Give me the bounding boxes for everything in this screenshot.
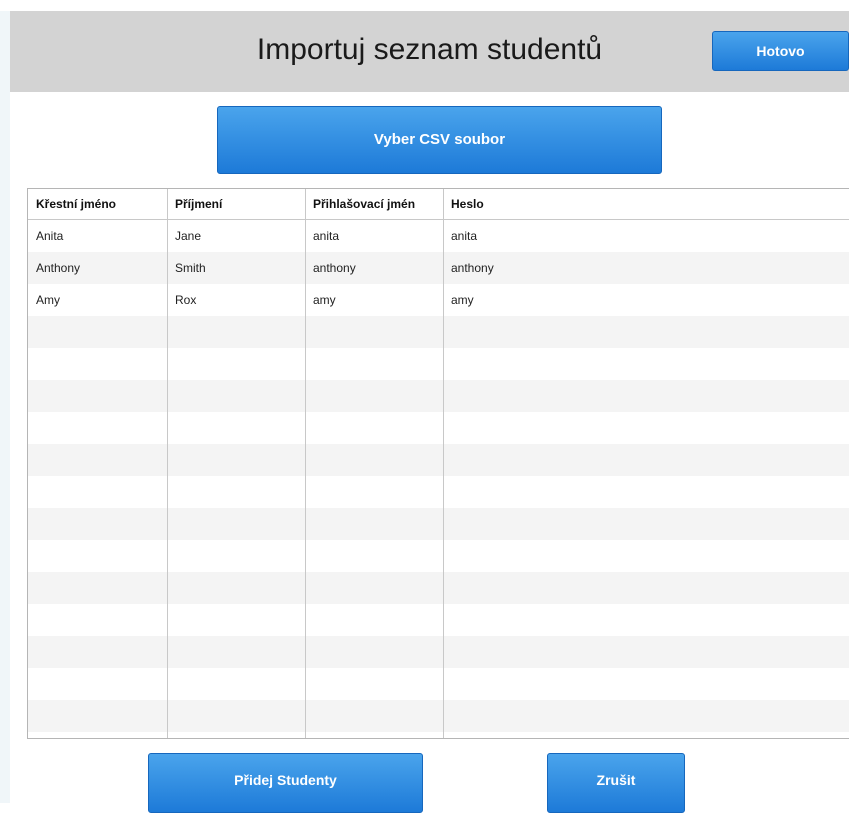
empty-table-row bbox=[28, 540, 849, 572]
cancel-button[interactable]: Zrušit bbox=[547, 753, 685, 813]
students-table: Anita Jane anita anita Anthony Smith anthony an… bbox=[27, 188, 849, 739]
column-header-password[interactable]: Heslo bbox=[443, 189, 849, 219]
table-cell: Rox bbox=[175, 293, 197, 307]
empty-table-row bbox=[28, 700, 849, 732]
empty-table-row bbox=[28, 476, 849, 508]
empty-table-row bbox=[28, 572, 849, 604]
column-header-last-name[interactable]: Příjmení bbox=[167, 189, 305, 219]
column-divider bbox=[167, 189, 168, 738]
empty-table-row bbox=[28, 316, 849, 348]
table-cell: anthony bbox=[451, 261, 494, 275]
empty-table-row bbox=[28, 348, 849, 380]
table-cell: Jane bbox=[175, 229, 202, 243]
table-row[interactable]: Anthony Smith anthony anthony bbox=[28, 252, 849, 284]
table-header: Křestní jméno Příjmení Přihlašovací jmén… bbox=[28, 189, 849, 220]
table-cell: anita bbox=[313, 229, 340, 243]
column-header-first-name[interactable]: Křestní jméno bbox=[28, 189, 167, 219]
empty-table-row bbox=[28, 604, 849, 636]
table-cell: anthony bbox=[313, 261, 356, 275]
empty-table-row bbox=[28, 444, 849, 476]
table-cell: Smith bbox=[175, 261, 206, 275]
column-divider bbox=[305, 189, 306, 738]
column-header-username[interactable]: Přihlašovací jmén bbox=[305, 189, 443, 219]
add-students-button[interactable]: Přidej Studenty bbox=[148, 753, 423, 813]
empty-table-row bbox=[28, 412, 849, 444]
table-cell: amy bbox=[313, 293, 336, 307]
top-edge bbox=[0, 0, 849, 11]
table-cell: Anthony bbox=[36, 261, 81, 275]
table-cell: Anita bbox=[36, 229, 64, 243]
empty-table-row bbox=[28, 380, 849, 412]
table-row[interactable]: Anita Jane anita anita bbox=[28, 220, 849, 252]
table-row[interactable]: Amy Rox amy amy bbox=[28, 284, 849, 316]
select-csv-button[interactable]: Vyber CSV soubor bbox=[217, 106, 662, 174]
table-cell: anita bbox=[451, 229, 478, 243]
empty-table-row bbox=[28, 668, 849, 700]
import-dialog: Importuj seznam studentů Hotovo Vyber CS… bbox=[0, 0, 849, 813]
left-edge bbox=[0, 0, 10, 803]
empty-table-row bbox=[28, 508, 849, 540]
table-cell: Amy bbox=[36, 293, 60, 307]
table-cell: amy bbox=[451, 293, 474, 307]
column-divider bbox=[443, 189, 444, 738]
empty-table-row bbox=[28, 636, 849, 668]
done-button[interactable]: Hotovo bbox=[712, 31, 849, 71]
